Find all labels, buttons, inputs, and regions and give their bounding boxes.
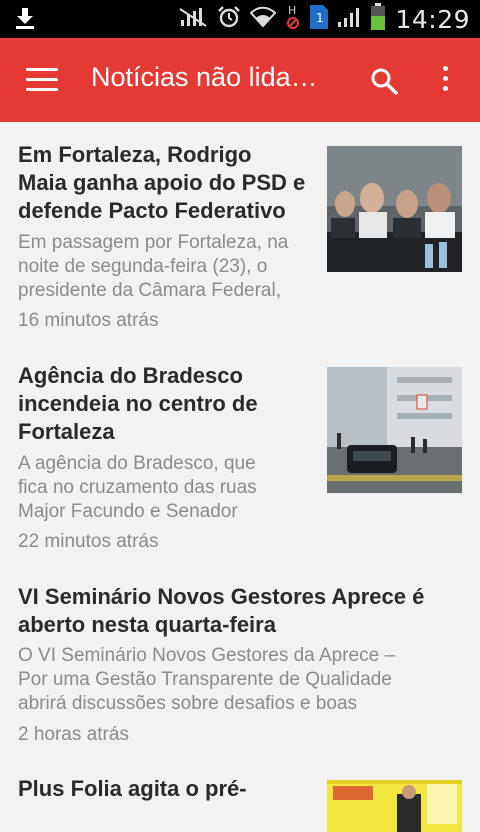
article-time: 2 horas atrás [18,724,129,745]
article-card[interactable]: Plus Folia agita o pré- [0,772,480,832]
svg-text:H: H [288,4,296,17]
article-thumbnail [327,780,462,832]
article-time: 16 minutos atrás [18,310,159,331]
sim-1-icon: 1 [310,4,329,34]
alarm-icon [217,5,241,34]
signal-icon [337,6,361,33]
no-signal-h-icon: H [285,3,301,36]
article-card[interactable]: VI Seminário Novos Gestores Aprece é abe… [0,562,480,772]
article-thumbnail [327,367,462,493]
menu-icon[interactable] [26,68,58,92]
svg-text:1: 1 [316,11,324,25]
article-excerpt: Em passagem por Fortaleza, na noite de s… [18,232,289,301]
article-time: 22 minutos atrás [18,531,159,552]
battery-icon [370,2,386,36]
status-bar: H 1 14:29 [0,0,480,38]
article-title: Agência do Bradesco incendeia no centro … [18,363,258,444]
article-card[interactable]: Agência do Bradesco incendeia no centro … [0,342,480,562]
toolbar-title: Notícias não lida… [91,62,318,92]
clock: 14:29 [395,4,470,34]
article-card[interactable]: Em Fortaleza, Rodrigo Maia ganha apoio d… [0,122,480,342]
more-options-icon[interactable] [442,66,450,96]
mute-icon [178,6,208,33]
article-thumbnail [327,146,462,272]
download-icon [14,6,36,35]
article-title: Em Fortaleza, Rodrigo Maia ganha apoio d… [18,142,306,223]
article-title: VI Seminário Novos Gestores Aprece é abe… [18,584,425,637]
app-toolbar: Notícias não lida… [0,38,480,122]
wifi-icon [250,6,277,33]
search-icon[interactable] [369,66,399,101]
article-title: Plus Folia agita o pré- [18,776,247,801]
article-excerpt: A agência do Bradesco, que fica no cruza… [18,453,257,522]
article-excerpt: O VI Seminário Novos Gestores da Aprece … [18,645,396,714]
